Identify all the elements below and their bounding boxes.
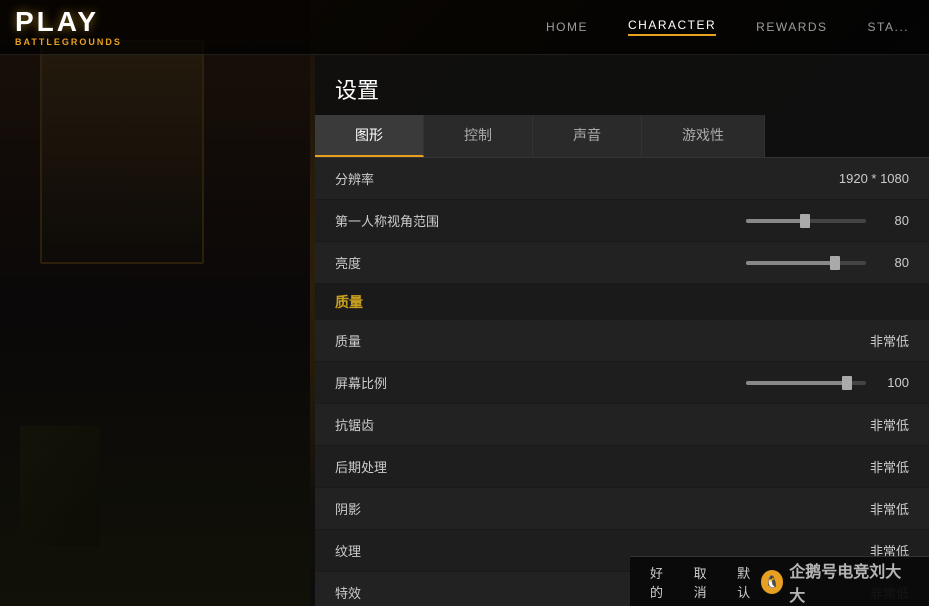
slider-fill-brightness: [746, 261, 836, 265]
slider-track-screen-ratio[interactable]: [746, 381, 866, 385]
row-brightness: 亮度 80: [315, 242, 929, 284]
logo-area: PLAY BATTLEGROUNDS: [0, 8, 180, 47]
value-postprocess: 非常低: [829, 457, 909, 476]
nav-home[interactable]: HOME: [546, 20, 588, 34]
tab-controls[interactable]: 控制: [424, 115, 533, 157]
cancel-button[interactable]: 取消: [694, 563, 718, 601]
value-quality: 非常低: [829, 331, 909, 350]
slider-thumb-brightness[interactable]: [830, 256, 840, 270]
row-postprocess: 后期处理 非常低: [315, 446, 929, 488]
label-brightness: 亮度: [335, 253, 746, 272]
slider-screen-ratio[interactable]: 100: [746, 375, 909, 390]
label-antialiasing: 抗锯齿: [335, 415, 829, 434]
nav-rewards[interactable]: REWARDS: [756, 20, 827, 34]
slider-track-brightness[interactable]: [746, 261, 866, 265]
bg-room: [0, 0, 310, 606]
value-antialiasing: 非常低: [829, 415, 909, 434]
slider-brightness[interactable]: 80: [746, 255, 909, 270]
confirm-button[interactable]: 好的: [650, 563, 674, 601]
section-quality-header: 质量: [315, 284, 929, 320]
bottom-actions: 好的 取消 默认: [650, 563, 761, 601]
value-resolution: 1920 * 1080: [829, 171, 909, 186]
row-quality: 质量 非常低: [315, 320, 929, 362]
value-fov: 80: [874, 213, 909, 228]
slider-fill-fov: [746, 219, 806, 223]
default-button[interactable]: 默认: [737, 563, 761, 601]
label-postprocess: 后期处理: [335, 457, 829, 476]
slider-thumb-fov[interactable]: [800, 214, 810, 228]
row-antialiasing: 抗锯齿 非常低: [315, 404, 929, 446]
bottom-bar: 好的 取消 默认 🐧 企鹅号电竞刘大大: [630, 556, 929, 606]
row-fov: 第一人称视角范围 80: [315, 200, 929, 242]
label-screen-ratio: 屏幕比例: [335, 373, 746, 392]
settings-tabs: 图形 控制 声音 游戏性: [315, 115, 929, 158]
logo-battlegrounds: BATTLEGROUNDS: [15, 37, 180, 47]
tab-graphics[interactable]: 图形: [315, 115, 424, 157]
nav-store[interactable]: STA...: [868, 20, 909, 34]
settings-panel: 设置 图形 控制 声音 游戏性 分辨率 1920 * 1080 第一人称视角范围…: [315, 55, 929, 606]
nav-character[interactable]: CHARACTER: [628, 18, 716, 36]
slider-thumb-screen-ratio[interactable]: [842, 376, 852, 390]
row-resolution: 分辨率 1920 * 1080: [315, 158, 929, 200]
value-brightness: 80: [874, 255, 909, 270]
watermark-text: 企鹅号电竞刘大大: [789, 558, 909, 606]
nav-links: HOME CHARACTER REWARDS STA...: [180, 18, 929, 36]
slider-fov[interactable]: 80: [746, 213, 909, 228]
row-shadow: 阴影 非常低: [315, 488, 929, 530]
tab-sound[interactable]: 声音: [533, 115, 642, 157]
slider-track-fov[interactable]: [746, 219, 866, 223]
logo-play: PLAY: [15, 8, 180, 36]
label-shadow: 阴影: [335, 499, 829, 518]
label-resolution: 分辨率: [335, 169, 829, 188]
value-shadow: 非常低: [829, 499, 909, 518]
tab-gameplay[interactable]: 游戏性: [642, 115, 765, 157]
watermark: 🐧 企鹅号电竞刘大大: [761, 558, 909, 606]
label-quality: 质量: [335, 331, 829, 350]
watermark-icon: 🐧: [761, 570, 783, 594]
section-quality-label: 质量: [335, 294, 363, 310]
topbar: PLAY BATTLEGROUNDS HOME CHARACTER REWARD…: [0, 0, 929, 55]
slider-fill-screen-ratio: [746, 381, 848, 385]
value-screen-ratio: 100: [874, 375, 909, 390]
row-screen-ratio: 屏幕比例 100: [315, 362, 929, 404]
label-fov: 第一人称视角范围: [335, 211, 746, 230]
settings-content: 分辨率 1920 * 1080 第一人称视角范围 80 亮度 80: [315, 158, 929, 606]
settings-title: 设置: [315, 55, 929, 115]
